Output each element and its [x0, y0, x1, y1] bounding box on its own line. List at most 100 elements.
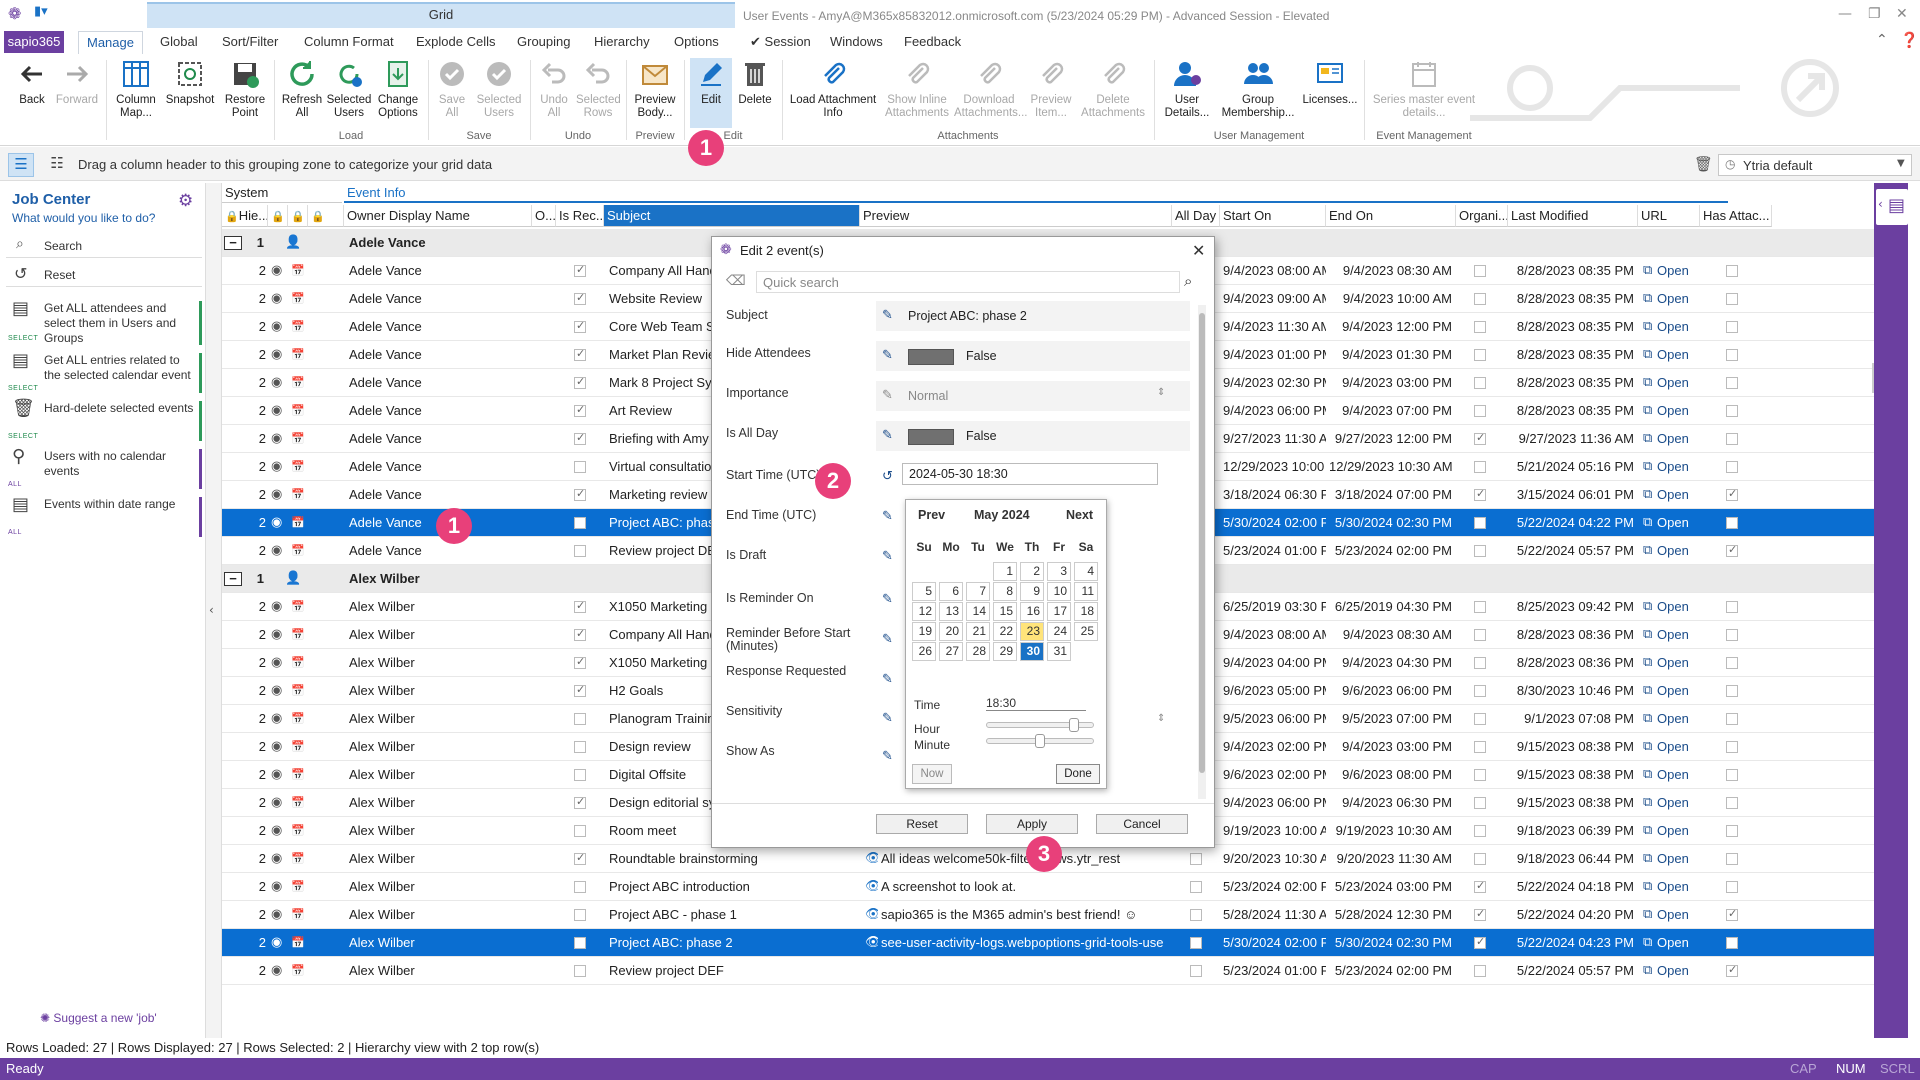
load-attachment-info-button[interactable]: Load Attachment Info — [788, 58, 878, 120]
col-header-lock1[interactable]: 🔒 — [268, 205, 288, 227]
is-recurring-checkbox[interactable] — [574, 937, 586, 949]
view-selector[interactable]: ◷ Ytria default ▼ — [1718, 154, 1912, 176]
is-recurring-checkbox[interactable] — [574, 851, 586, 865]
has-attachments-checkbox[interactable] — [1726, 517, 1738, 529]
close-icon[interactable]: ✕ — [1192, 241, 1205, 260]
organizer-checkbox[interactable] — [1474, 377, 1486, 389]
tab-column-format[interactable]: Column Format — [296, 31, 402, 54]
series-master-button[interactable]: Series master event details... — [1370, 58, 1478, 120]
gear-icon[interactable]: ⚙ — [178, 191, 193, 211]
has-attachments-checkbox[interactable] — [1726, 657, 1738, 669]
edit-button[interactable]: Edit — [690, 58, 732, 128]
next-month-button[interactable]: Next — [1066, 508, 1093, 522]
calendar-day[interactable]: 17 — [1047, 602, 1071, 621]
is-recurring-checkbox[interactable] — [574, 683, 586, 697]
open-link[interactable]: Open — [1654, 845, 1700, 873]
has-attachments-checkbox[interactable] — [1726, 461, 1738, 473]
tab-hierarchy[interactable]: Hierarchy — [586, 31, 658, 54]
is-recurring-checkbox[interactable] — [574, 909, 586, 921]
open-link[interactable]: Open — [1654, 957, 1700, 985]
minimize-icon[interactable]: — — [1838, 6, 1852, 22]
change-options-button[interactable]: Change Options — [374, 58, 422, 120]
organizer-checkbox[interactable] — [1474, 629, 1486, 641]
download-attachments-button[interactable]: Download Attachments... — [954, 58, 1028, 120]
collapse-ribbon-icon[interactable]: ⌃ — [1876, 32, 1888, 48]
organizer-checkbox[interactable] — [1474, 935, 1486, 949]
has-attachments-checkbox[interactable] — [1726, 487, 1738, 501]
is-recurring-checkbox[interactable] — [574, 375, 586, 389]
is-recurring-checkbox[interactable] — [574, 403, 586, 417]
calendar-day[interactable]: 19 — [912, 622, 936, 641]
is-recurring-checkbox[interactable] — [574, 965, 586, 977]
col-header-preview[interactable]: Preview — [860, 205, 1172, 227]
tab-grouping[interactable]: Grouping — [509, 31, 578, 54]
help-icon[interactable]: ❓ — [1900, 31, 1919, 49]
calendar-day[interactable]: 30 — [1020, 642, 1044, 661]
column-map-button[interactable]: Column Map... — [112, 58, 160, 120]
expand-toggle[interactable]: − — [224, 236, 242, 250]
is-recurring-checkbox[interactable] — [574, 713, 586, 725]
pencil-icon[interactable]: ✎ — [882, 711, 898, 727]
calendar-day[interactable]: 29 — [993, 642, 1017, 661]
has-attachments-checkbox[interactable] — [1726, 963, 1738, 977]
field-is-all-day[interactable]: False — [876, 421, 1190, 451]
tab-sort-filter[interactable]: Sort/Filter — [214, 31, 286, 54]
calendar-day[interactable]: 23 — [1020, 622, 1044, 641]
calendar-day[interactable]: 7 — [966, 582, 990, 601]
back-button[interactable]: Back — [12, 58, 52, 107]
is-recurring-checkbox[interactable] — [574, 769, 586, 781]
show-inline-attachments-button[interactable]: Show Inline Attachments — [884, 58, 950, 120]
undo-selected-button[interactable]: Selected Rows — [576, 58, 621, 120]
col-header-start-on[interactable]: Start On — [1220, 205, 1326, 227]
all-day-checkbox[interactable] — [1190, 965, 1202, 977]
organizer-checkbox[interactable] — [1474, 879, 1486, 893]
tab-session[interactable]: ✔ Session — [742, 31, 819, 54]
time-value[interactable]: 18:30 — [986, 696, 1086, 711]
preview-body-button[interactable]: Preview Body... — [632, 58, 678, 120]
is-recurring-checkbox[interactable] — [574, 545, 586, 557]
has-attachments-checkbox[interactable] — [1726, 713, 1738, 725]
open-link[interactable]: Open — [1654, 537, 1700, 565]
pencil-icon[interactable]: ✎ — [882, 428, 898, 444]
pencil-icon[interactable]: ✎ — [882, 749, 898, 765]
organizer-checkbox[interactable] — [1474, 545, 1486, 557]
calendar-day[interactable]: 1 — [993, 562, 1017, 581]
table-row[interactable]: 2 ◉ 📅 Alex Wilber Review project DEF 5/23/202… — [222, 957, 1874, 985]
has-attachments-checkbox[interactable] — [1726, 321, 1738, 333]
refresh-selected-users-button[interactable]: Selected Users — [326, 58, 372, 120]
has-attachments-checkbox[interactable] — [1726, 629, 1738, 641]
group-membership-button[interactable]: Group Membership... — [1218, 58, 1298, 120]
organizer-checkbox[interactable] — [1474, 741, 1486, 753]
prev-month-button[interactable]: Prev — [918, 508, 945, 522]
hour-slider[interactable] — [986, 718, 1094, 732]
toggle-switch[interactable] — [908, 348, 954, 365]
col-header-owner[interactable]: Owner Display Name — [344, 205, 532, 227]
calendar-day[interactable]: 22 — [993, 622, 1017, 641]
has-attachments-checkbox[interactable] — [1726, 405, 1738, 417]
open-link[interactable]: Open — [1654, 509, 1700, 537]
open-link[interactable]: Open — [1654, 789, 1700, 817]
open-link[interactable]: Open — [1654, 425, 1700, 453]
field-importance[interactable]: Normal — [876, 381, 1190, 411]
undo-all-button[interactable]: Undo All — [536, 58, 572, 120]
open-link[interactable]: Open — [1654, 761, 1700, 789]
save-selected-button[interactable]: Selected Users — [474, 58, 524, 120]
has-attachments-checkbox[interactable] — [1726, 853, 1738, 865]
organizer-checkbox[interactable] — [1474, 685, 1486, 697]
calendar-day[interactable]: 14 — [966, 602, 990, 621]
grouping-zone[interactable]: ☰ ☷ Drag a column header to this groupin… — [0, 147, 1920, 181]
job-search[interactable]: ⌕ Search — [6, 234, 202, 258]
eraser-icon[interactable]: ⌫ — [726, 273, 746, 289]
table-row[interactable]: 2 ◉ 📅 Alex Wilber Project ABC - phase 1 👁 sapi… — [222, 901, 1874, 929]
pencil-icon[interactable]: ✎ — [882, 592, 898, 608]
done-button[interactable]: Done — [1056, 764, 1100, 784]
toggle-switch[interactable] — [908, 428, 954, 445]
organizer-checkbox[interactable] — [1474, 265, 1486, 277]
open-link[interactable]: Open — [1654, 593, 1700, 621]
refresh-all-button[interactable]: Refresh All — [280, 58, 324, 120]
has-attachments-checkbox[interactable] — [1726, 433, 1738, 445]
organizer-checkbox[interactable] — [1474, 657, 1486, 669]
field-hide-attendees[interactable]: False — [876, 341, 1190, 371]
is-recurring-checkbox[interactable] — [574, 291, 586, 305]
open-link[interactable]: Open — [1654, 397, 1700, 425]
